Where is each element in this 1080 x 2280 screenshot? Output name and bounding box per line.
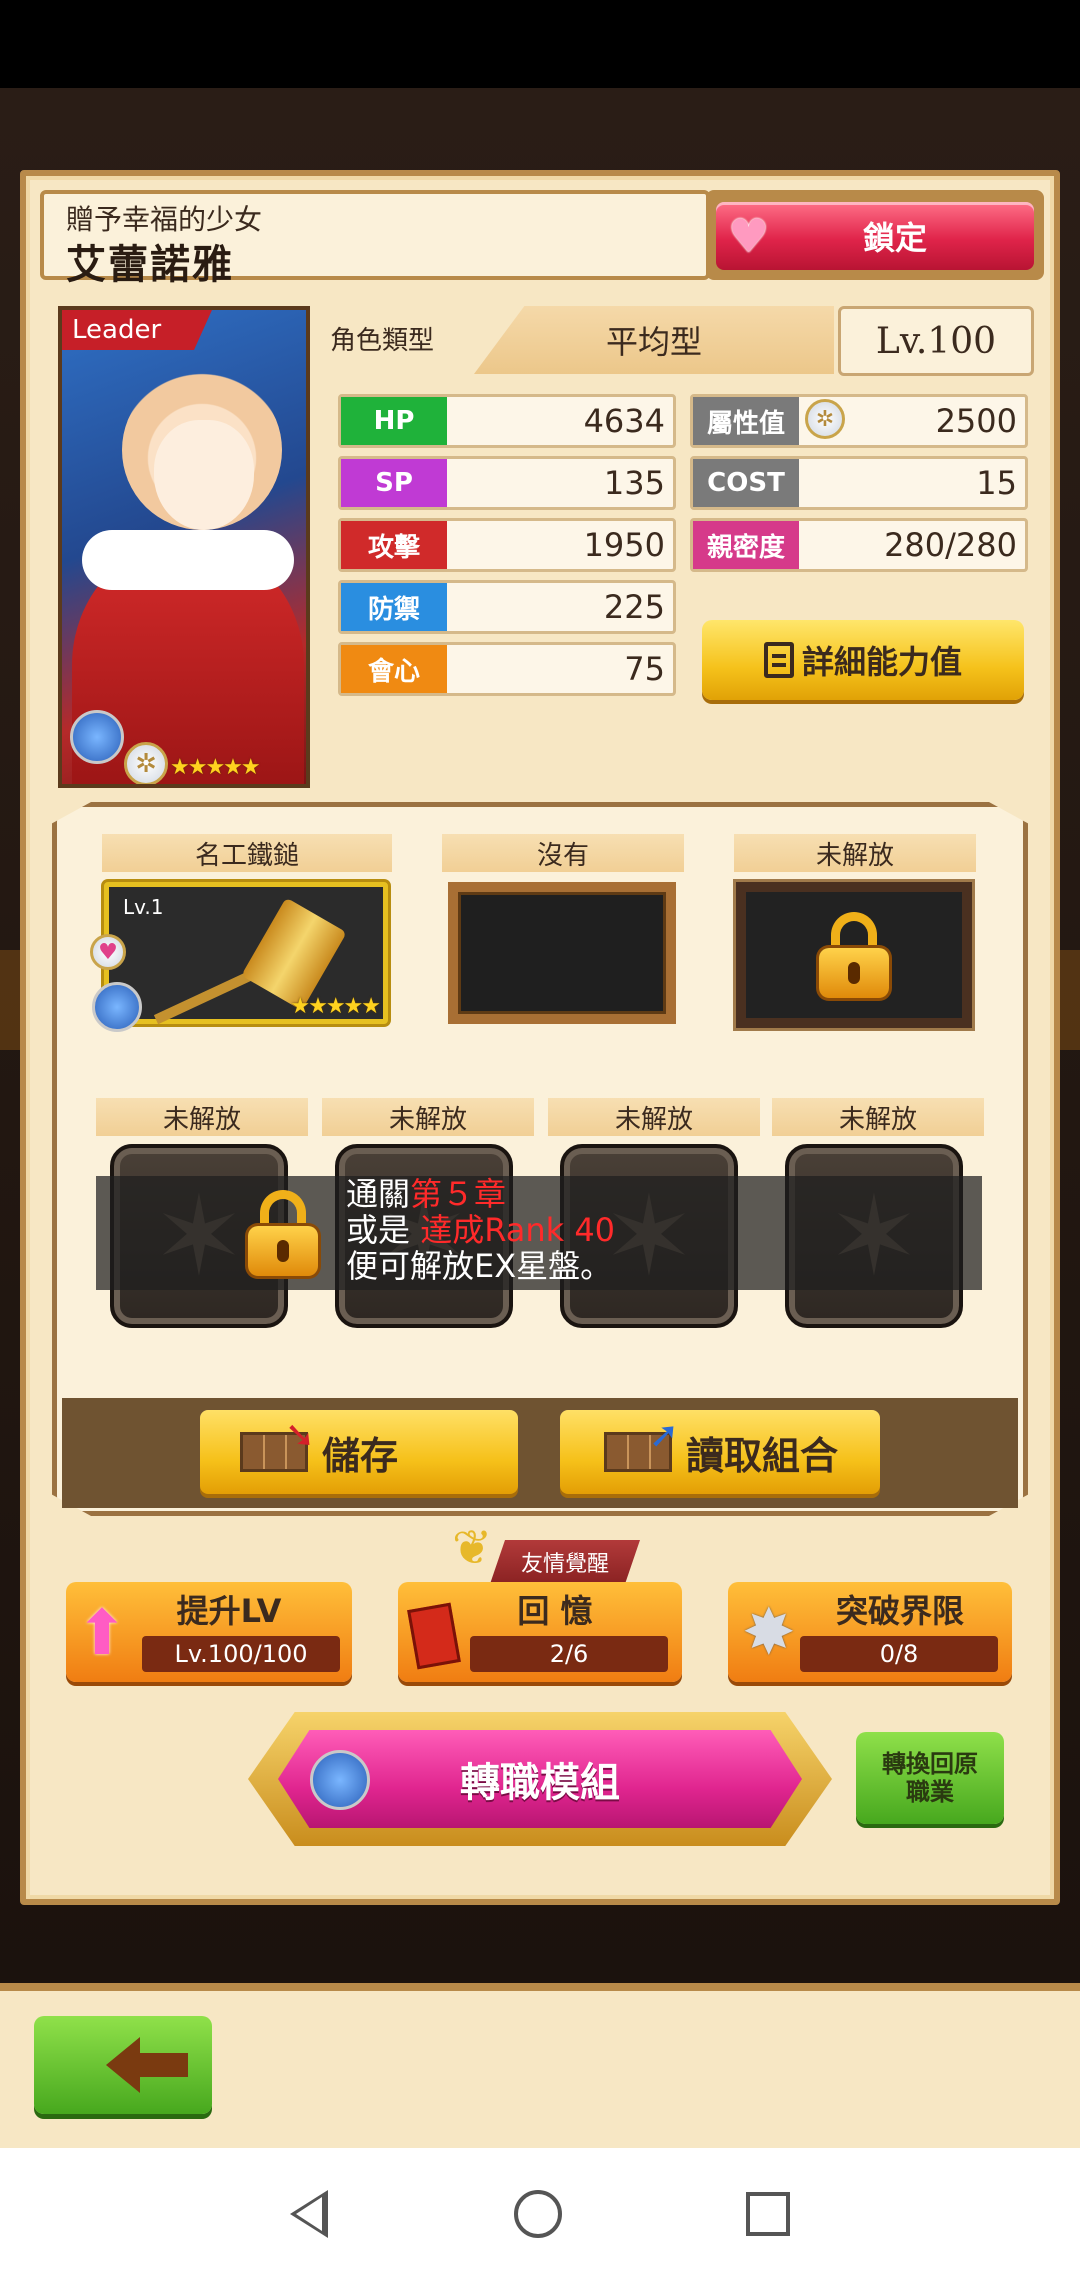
character-portrait[interactable]: Leader ✲ ★★★★★ (58, 306, 310, 788)
stat-attribute: 屬性值 ✲ 2500 (690, 394, 1028, 448)
stat-value: 75 (624, 650, 665, 688)
detail-stats-button[interactable]: 詳細能力值 (702, 620, 1024, 700)
memory-button[interactable]: 回 憶 2/6 (398, 1582, 682, 1682)
type-value: 平均型 (474, 306, 834, 374)
weapon-slot[interactable]: Lv.1 ★★★★★ (104, 882, 388, 1025)
load-label: 讀取組合 (686, 1433, 839, 1478)
limit-break-value: 0/8 (800, 1636, 998, 1672)
ex-unlock-message: 通關第５章 或是 達成Rank 40 便可解放EX星盤。 (346, 1175, 616, 1285)
stat-critical: 會心 75 (338, 642, 676, 696)
stat-attack: 攻擊 1950 (338, 518, 676, 572)
stat-affection: 親密度 280/280 (690, 518, 1028, 572)
stat-label: 防禦 (341, 583, 447, 631)
brick-load-icon: ➚ (604, 1415, 679, 1472)
wing-icon: ❦ (452, 1520, 493, 1576)
stat-sp: SP 135 (338, 456, 676, 510)
weapon-stars: ★★★★★ (290, 994, 381, 1019)
portrait-face (154, 420, 254, 530)
heart-badge-icon: ♥ (90, 934, 126, 970)
brick-save-icon: ➘ (240, 1415, 315, 1472)
rarity-stars: ★★★★★ (170, 755, 261, 780)
equip-slot-label: 沒有 (442, 834, 684, 872)
save-button[interactable]: ➘ 儲存 (200, 1410, 518, 1494)
ex-slot-label: 未解放 (772, 1098, 984, 1136)
level-display: Lv.100 (838, 306, 1034, 376)
status-bar (0, 0, 1080, 88)
level-up-value: Lv.100/100 (142, 1636, 340, 1672)
stat-label: HP (341, 397, 447, 445)
stat-label: 親密度 (693, 521, 799, 569)
stat-value: 15 (976, 464, 1017, 502)
lock-label: 鎖定 (862, 219, 927, 257)
revert-job-label: 轉換回原職業 (882, 1750, 978, 1806)
stat-value: 1950 (583, 526, 665, 564)
stat-label: COST (693, 459, 799, 507)
side-decoration (1058, 950, 1080, 1050)
stat-value: 135 (603, 464, 665, 502)
job-change-button[interactable]: 轉職模組 (248, 1712, 832, 1846)
class-icon (92, 982, 142, 1032)
heart-icon: ♥ (728, 209, 770, 263)
stat-hp: HP 4634 (338, 394, 676, 448)
ex-slot-label: 未解放 (96, 1098, 308, 1136)
padlock-icon (819, 912, 889, 998)
stat-label: 攻擊 (341, 521, 447, 569)
class-icon (70, 710, 124, 764)
nav-home-icon[interactable] (514, 2190, 562, 2238)
load-button[interactable]: ➚ 讀取組合 (560, 1410, 880, 1494)
revert-job-button[interactable]: 轉換回原職業 (856, 1732, 1004, 1824)
back-button[interactable] (34, 2016, 212, 2114)
stat-value: 2500 (935, 402, 1017, 440)
stat-value: 280/280 (884, 526, 1017, 564)
back-arrow-icon (106, 2037, 188, 2093)
memory-value: 2/6 (470, 1636, 668, 1672)
level-up-button[interactable]: ⬆ 提升LV Lv.100/100 (66, 1582, 352, 1682)
memory-title: 回 憶 (517, 1592, 593, 1630)
stat-value: 225 (603, 588, 665, 626)
ex-slot-label: 未解放 (322, 1098, 534, 1136)
ex-slot-label: 未解放 (548, 1098, 760, 1136)
type-label: 角色類型 (330, 326, 435, 356)
leader-badge: Leader (62, 310, 212, 350)
friend-awakening-tag: 友情覺醒 (490, 1540, 640, 1584)
limit-break-button[interactable]: ✸ 突破界限 0/8 (728, 1582, 1012, 1682)
stat-value: 4634 (583, 402, 665, 440)
equip-slot-label: 名工鐵鎚 (102, 834, 392, 872)
accessory-slot-locked[interactable] (736, 882, 972, 1028)
lock-button[interactable]: ♥ 鎖定 (716, 202, 1034, 270)
save-label: 儲存 (322, 1433, 399, 1478)
stat-label: SP (341, 459, 447, 507)
class-icon (310, 1750, 370, 1810)
stat-defense: 防禦 225 (338, 580, 676, 634)
stat-label: 屬性值 (693, 397, 799, 445)
side-decoration (0, 950, 22, 1050)
level-up-title: 提升LV (176, 1592, 282, 1630)
stat-label: 會心 (341, 645, 447, 693)
element-icon: ✲ (805, 399, 845, 439)
weapon-level: Lv.1 (123, 895, 164, 919)
element-icon: ✲ (124, 742, 168, 784)
nav-back-icon[interactable] (290, 2190, 328, 2238)
portrait-collar (82, 530, 294, 590)
list-icon (763, 642, 794, 678)
accessory-slot-empty[interactable] (448, 882, 676, 1024)
equip-slot-label: 未解放 (734, 834, 976, 872)
character-name: 艾蕾諾雅 (66, 242, 234, 288)
stat-cost: COST 15 (690, 456, 1028, 510)
limit-break-title: 突破界限 (835, 1592, 964, 1630)
padlock-icon (248, 1190, 318, 1276)
nav-recents-icon[interactable] (746, 2192, 790, 2236)
detail-stats-label: 詳細能力值 (801, 643, 962, 681)
